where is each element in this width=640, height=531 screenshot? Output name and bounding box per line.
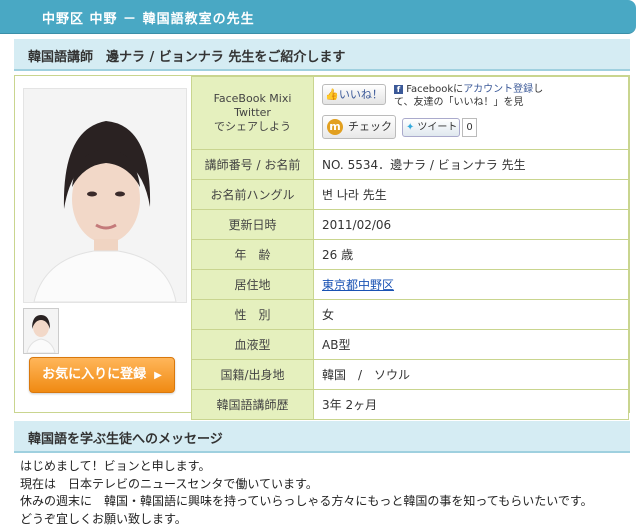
row-value: 변 나라 先生 bbox=[313, 179, 629, 210]
row-value: 韓国 / ソウル bbox=[313, 359, 629, 390]
fb-text-line2: て、友達の「いいね！」を見 bbox=[394, 97, 524, 108]
teacher-profile-card: お気に入りに登録 ▶ FaceBook Mixi Twitter でシェアしよう … bbox=[14, 75, 630, 420]
teacher-portrait-image bbox=[24, 89, 186, 302]
row-value: NO. 5534．邊ナラ / ビョンナラ 先生 bbox=[313, 149, 629, 180]
row-value: AB型 bbox=[313, 329, 629, 360]
share-label-line2: でシェアしよう bbox=[214, 120, 291, 133]
profile-row: 居住地 東京都中野区 bbox=[191, 269, 629, 300]
page-header: 中野区 中野 － 韓国語教室の先生 bbox=[0, 0, 636, 34]
row-value: 女 bbox=[313, 299, 629, 330]
row-value: 3年 2ヶ月 bbox=[313, 389, 629, 420]
message-section-header: 韓国語を学ぶ生徒へのメッセージ bbox=[14, 421, 630, 453]
profile-row: 韓国語講師歴 3年 2ヶ月 bbox=[191, 389, 629, 420]
tweet-count: 0 bbox=[462, 118, 477, 137]
row-value: 26 歳 bbox=[313, 239, 629, 270]
row-label: 血液型 bbox=[191, 329, 314, 360]
share-label-cell: FaceBook Mixi Twitter でシェアしよう bbox=[191, 76, 314, 150]
row-label: 居住地 bbox=[191, 269, 314, 300]
message-line: 休みの週末に 韓国・韓国語に興味を持っていらっしゃる方々にもっと韓国の事を知って… bbox=[20, 494, 593, 508]
message-line: どうぞ宜しくお願い致します。 bbox=[20, 511, 187, 526]
row-label: お名前ハングル bbox=[191, 179, 314, 210]
add-to-favorites-button[interactable]: お気に入りに登録 ▶ bbox=[29, 357, 175, 393]
message-title: 韓国語を学ぶ生徒へのメッセージ bbox=[28, 432, 223, 447]
mixi-check-button[interactable]: m チェック bbox=[322, 115, 396, 139]
facebook-signup-text: f Facebookにアカウント登録し て、友達の「いいね！」を見 bbox=[394, 83, 554, 109]
fb-text-prefix: Facebookに bbox=[406, 84, 464, 95]
row-label: 韓国語講師歴 bbox=[191, 389, 314, 420]
message-line: 現在は 日本テレビのニュースセンタで働いています。 bbox=[20, 476, 318, 491]
row-label: 更新日時 bbox=[191, 209, 314, 240]
profile-row: 性 別 女 bbox=[191, 299, 629, 330]
tweet-button[interactable]: ✦ ツイート bbox=[402, 118, 460, 137]
twitter-bird-icon: ✦ bbox=[406, 122, 415, 133]
share-row: FaceBook Mixi Twitter でシェアしよう 👍いいね！ f Fa… bbox=[191, 76, 629, 150]
row-label: 年 齢 bbox=[191, 239, 314, 270]
profile-row: 国籍/出身地 韓国 / ソウル bbox=[191, 359, 629, 390]
residence-link[interactable]: 東京都中野区 bbox=[322, 278, 394, 292]
tweet-label: ツイート bbox=[417, 122, 458, 133]
teacher-message: はじめまして！ビョンと申します。 現在は 日本テレビのニュースセンタで働いていま… bbox=[20, 458, 593, 528]
fb-text-suffix: し bbox=[533, 84, 544, 95]
facebook-like-button[interactable]: 👍いいね！ bbox=[322, 84, 386, 105]
teacher-photo-thumbnail[interactable] bbox=[23, 308, 59, 354]
row-value-cell: 東京都中野区 bbox=[313, 269, 629, 300]
like-label: いいね！ bbox=[338, 88, 383, 101]
play-arrow-icon: ▶ bbox=[154, 370, 162, 381]
check-label: チェック bbox=[348, 120, 392, 133]
share-buttons-cell: 👍いいね！ f Facebookにアカウント登録し て、友達の「いいね！」を見 … bbox=[313, 76, 629, 150]
facebook-icon: f bbox=[394, 84, 403, 94]
row-label: 性 別 bbox=[191, 299, 314, 330]
intro-section-header: 韓国語講師 邊ナラ / ビョンナラ 先生をご紹介します bbox=[14, 39, 630, 71]
profile-row: お名前ハングル 변 나라 先生 bbox=[191, 179, 629, 210]
profile-row: 講師番号 / お名前 NO. 5534．邊ナラ / ビョンナラ 先生 bbox=[191, 149, 629, 180]
row-label: 国籍/出身地 bbox=[191, 359, 314, 390]
row-value: 2011/02/06 bbox=[313, 209, 629, 240]
teacher-photo bbox=[23, 88, 187, 303]
favorites-label: お気に入りに登録 bbox=[42, 367, 147, 382]
teacher-thumbnail-image bbox=[24, 309, 58, 353]
page-title: 中野区 中野 － 韓国語教室の先生 bbox=[42, 12, 255, 27]
mixi-icon: m bbox=[327, 119, 343, 135]
profile-table: FaceBook Mixi Twitter でシェアしよう 👍いいね！ f Fa… bbox=[191, 76, 629, 420]
profile-row: 年 齢 26 歳 bbox=[191, 239, 629, 270]
message-line: はじめまして！ビョンと申します。 bbox=[20, 459, 211, 473]
share-label-line1: FaceBook Mixi Twitter bbox=[213, 92, 292, 119]
intro-title: 韓国語講師 邊ナラ / ビョンナラ 先生をご紹介します bbox=[28, 50, 346, 65]
facebook-signup-link[interactable]: アカウント登録 bbox=[463, 84, 533, 95]
thumbs-up-icon: 👍 bbox=[325, 88, 339, 101]
row-label: 講師番号 / お名前 bbox=[191, 149, 314, 180]
profile-row: 更新日時 2011/02/06 bbox=[191, 209, 629, 240]
profile-row: 血液型 AB型 bbox=[191, 329, 629, 360]
